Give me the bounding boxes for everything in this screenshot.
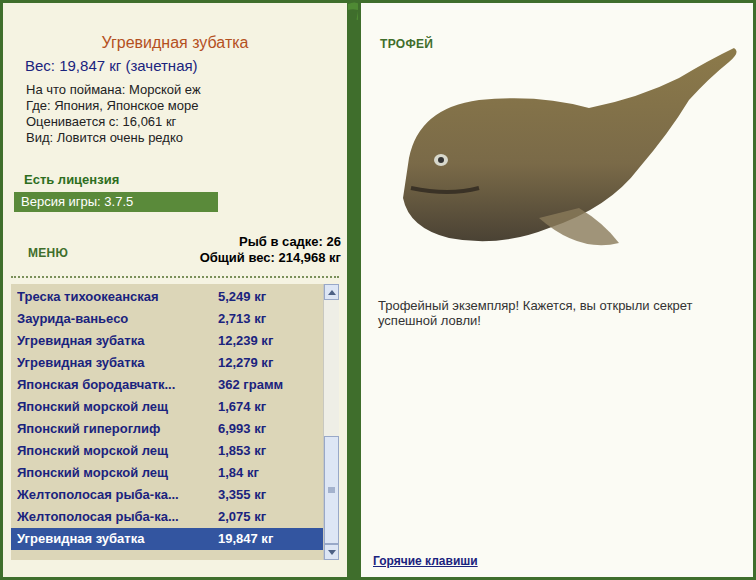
fish-weight: 6,993 кг [218, 419, 266, 439]
fish-weight: 1,674 кг [218, 397, 266, 417]
fish-name: Заурида-ваньесо [17, 309, 218, 329]
fish-weight: 5,249 кг [218, 287, 266, 307]
catch-row[interactable]: Японский морской лещ1,674 кг [11, 396, 323, 418]
version-bar: Версия игры: 3.7.5 [14, 192, 218, 212]
fish-name: Желтополосая рыба-ка... [17, 485, 218, 505]
catch-row[interactable]: Желтополосая рыба-ка...2,075 кг [11, 506, 323, 528]
catch-row[interactable]: Угревидная зубатка12,279 кг [11, 352, 323, 374]
scroll-track[interactable] [324, 300, 339, 544]
keepnet-total: Общий вес: 214,968 кг [200, 250, 341, 266]
fish-name: Угревидная зубатка [17, 529, 218, 549]
catch-row[interactable]: Треска тихоокеанская5,249 кг [11, 286, 323, 308]
fish-name: Японский морской лещ [17, 441, 218, 461]
catch-list: Треска тихоокеанская5,249 кгЗаурида-вань… [11, 284, 339, 560]
version-wrap: Версия игры: 3.7.5 [3, 192, 347, 212]
catch-row[interactable]: Угревидная зубатка19,847 кг [11, 528, 323, 550]
catch-row[interactable]: Заурида-ваньесо2,713 кг [11, 308, 323, 330]
fish-weight: 3,355 кг [218, 485, 266, 505]
fish-weight: 1,84 кг [218, 463, 259, 483]
info-panel: Угревидная зубатка Вес: 19,847 кг (зачетн… [0, 0, 350, 580]
catch-row[interactable]: Японский морской лещ1,84 кг [11, 462, 323, 484]
keepnet-info: Рыб в садке: 26Общий вес: 214,968 кг [200, 234, 343, 266]
fish-weight: 2,075 кг [218, 507, 266, 527]
scroll-thumb[interactable] [324, 436, 339, 544]
detail-line: Оценивается с: 16,061 кг [26, 114, 347, 130]
hotkeys-link[interactable]: Горячие клавиши [361, 553, 753, 577]
fish-name: Желтополосая рыба-ка... [17, 507, 218, 527]
fish-weight: 12,239 кг [218, 331, 273, 351]
fish-weight: 362 грамм [218, 375, 283, 395]
fish-name: Японский морской лещ [17, 397, 218, 417]
catch-rows: Треска тихоокеанская5,249 кгЗаурида-вань… [11, 284, 323, 560]
fish-name: Угревидная зубатка [17, 331, 218, 351]
trophy-message: Трофейный экземпляр! Кажется, вы открыли… [361, 298, 753, 328]
fish-weight: 1,853 кг [218, 441, 266, 461]
keepnet-count: Рыб в садке: 26 [239, 234, 341, 250]
catch-row[interactable]: Японский морской лещ1,853 кг [11, 440, 323, 462]
spacer [361, 328, 753, 553]
fish-title: Угревидная зубатка [3, 33, 347, 53]
divider [350, 0, 358, 580]
catch-row[interactable]: Желтополосая рыба-ка...3,355 кг [11, 484, 323, 506]
scroll-up-icon[interactable] [324, 284, 339, 300]
fish-weight: Вес: 19,847 кг (зачетная) [3, 56, 347, 76]
catch-row[interactable]: Японский гипероглиф6,993 кг [11, 418, 323, 440]
fish-name: Японский гипероглиф [17, 419, 218, 439]
fish-weight: 12,279 кг [218, 353, 273, 373]
fish-weight: 2,713 кг [218, 309, 266, 329]
detail-line: Вид: Ловится очень редко [26, 130, 347, 146]
separator [11, 276, 339, 278]
fish-name: Японская бородавчатк... [17, 375, 218, 395]
scroll-down-icon[interactable] [324, 544, 339, 560]
fish-info: Угревидная зубатка Вес: 19,847 кг (зачетн… [3, 3, 347, 266]
fish-weight: 19,847 кг [218, 529, 273, 549]
trophy-label: ТРОФЕЙ [361, 3, 753, 52]
catch-row[interactable]: Японская бородавчатк...362 грамм [11, 374, 323, 396]
fish-picture [389, 38, 749, 268]
fish-details: На что поймана: Морской ежГде: Япония, Я… [3, 82, 347, 146]
catch-row[interactable]: Угревидная зубатка12,239 кг [11, 330, 323, 352]
license-status: Есть лицензия [3, 172, 347, 188]
fish-name: Японский морской лещ [17, 463, 218, 483]
detail-line: На что поймана: Морской еж [26, 82, 347, 98]
fish-name: Угревидная зубатка [17, 353, 218, 373]
scrollbar[interactable] [323, 284, 339, 560]
trophy-panel: ТРОФЕЙ Трофейный экземпляр! Кажется, вы о… [358, 0, 756, 580]
menu-row: МЕНЮ Рыб в садке: 26Общий вес: 214,968 кг [3, 234, 347, 266]
detail-line: Где: Япония, Японское море [26, 98, 347, 114]
fish-name: Треска тихоокеанская [17, 287, 218, 307]
menu-button[interactable]: МЕНЮ [7, 238, 68, 262]
